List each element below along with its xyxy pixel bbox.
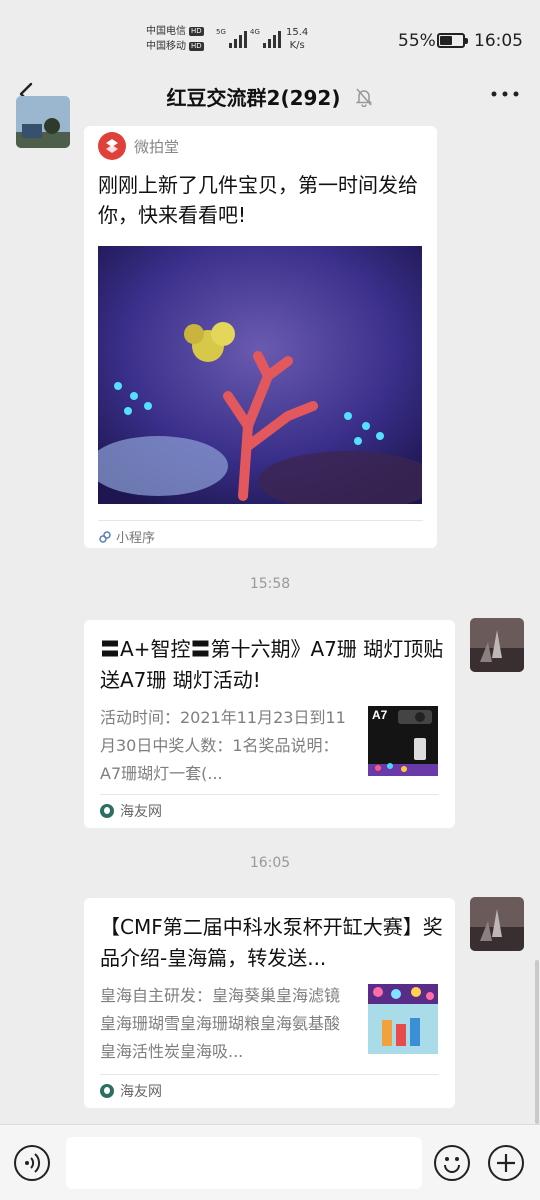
mini-program-text: 刚刚上新了几件宝贝，第一时间发给你，快来看看吧! — [98, 173, 418, 227]
network-speed: 15.4 K/s — [286, 26, 308, 52]
signal-5g-icon: 5G — [216, 28, 247, 48]
voice-icon — [25, 1153, 41, 1173]
mini-program-label: 小程序 — [116, 531, 156, 546]
network-4g-label: 4G — [250, 28, 260, 36]
source-name: 微拍堂 — [134, 137, 180, 156]
link-thumbnail: A7 — [368, 706, 438, 776]
status-time: 16:05 — [474, 31, 523, 51]
haiyou-logo-icon — [100, 1084, 114, 1098]
link-source: 海友网 — [120, 804, 162, 820]
status-bar: 中国电信 HD 中国移动 HD 5G 4G 15.4 K/s 55% 16:05 — [0, 0, 540, 62]
carrier-1: 中国电信 — [146, 26, 186, 37]
my-avatar[interactable] — [470, 897, 524, 951]
weipaitang-logo-icon — [98, 132, 126, 160]
link-footer: 海友网 — [100, 794, 439, 821]
battery-percent: 55% — [398, 31, 436, 51]
speed-value: 15.4 — [286, 27, 309, 38]
group-name: 红豆交流群2(292) — [166, 86, 341, 110]
link-description: 活动时间：2021年11月23日到11月30日中奖人数：1名奖品说明：A7珊瑚灯… — [100, 708, 346, 783]
haiyou-logo-icon — [100, 804, 114, 818]
link-card[interactable]: 【CMF第二届中科水泵杯开缸大赛】奖品介绍-皇海篇，转发送... 皇海自主研发：… — [84, 898, 455, 1108]
hd-badge: HD — [189, 42, 204, 51]
hd-badge: HD — [189, 27, 204, 36]
mini-program-source: 微拍堂 — [98, 132, 179, 160]
emoji-button[interactable] — [434, 1145, 470, 1181]
input-bar — [0, 1124, 540, 1200]
message-timestamp: 16:05 — [249, 855, 291, 871]
thumbnail-label: A7 — [372, 708, 388, 722]
sender-avatar[interactable] — [16, 96, 70, 148]
carrier-info: 中国电信 HD 中国移动 HD — [146, 24, 204, 54]
carrier-2: 中国移动 — [146, 41, 186, 52]
bell-off-icon — [355, 87, 373, 112]
mini-program-card[interactable]: 微拍堂 刚刚上新了几件宝贝，第一时间发给你，快来看看吧! 小程序 — [84, 126, 437, 548]
link-card[interactable]: 〓A+智控〓第十六期》A7珊 瑚灯顶贴送A7珊 瑚灯活动! 活动时间：2021年… — [84, 620, 455, 828]
voice-button[interactable] — [14, 1145, 50, 1181]
message-timestamp: 15:58 — [249, 576, 291, 592]
network-5g-label: 5G — [216, 28, 226, 36]
link-source: 海友网 — [120, 1084, 162, 1100]
mini-program-footer: 小程序 — [98, 520, 423, 546]
mini-program-icon — [99, 530, 111, 543]
link-description: 皇海自主研发：皇海葵巢皇海滤镜皇海珊瑚雪皇海珊瑚粮皇海氨基酸皇海活性炭皇海吸..… — [100, 986, 341, 1061]
link-title: 【CMF第二届中科水泵杯开缸大赛】奖品介绍-皇海篇，转发送... — [100, 915, 443, 970]
more-dots-icon — [491, 91, 519, 97]
scrollbar[interactable] — [535, 960, 539, 1124]
chat-header: 红豆交流群2(292) — [0, 62, 540, 126]
emoji-icon — [444, 1157, 460, 1173]
battery-icon — [437, 33, 468, 48]
plus-button[interactable] — [488, 1145, 524, 1181]
chat-title: 红豆交流群2(292) — [0, 82, 540, 112]
plus-icon — [497, 1154, 515, 1172]
link-thumbnail — [368, 984, 438, 1054]
link-footer: 海友网 — [100, 1074, 439, 1101]
coral-image — [98, 246, 422, 504]
speed-unit: K/s — [289, 40, 305, 51]
signal-4g-icon: 4G — [250, 28, 281, 48]
link-title: 〓A+智控〓第十六期》A7珊 瑚灯顶贴送A7珊 瑚灯活动! — [100, 637, 444, 692]
message-input[interactable] — [66, 1137, 422, 1189]
more-options-button[interactable] — [490, 84, 520, 104]
my-avatar[interactable] — [470, 618, 524, 672]
